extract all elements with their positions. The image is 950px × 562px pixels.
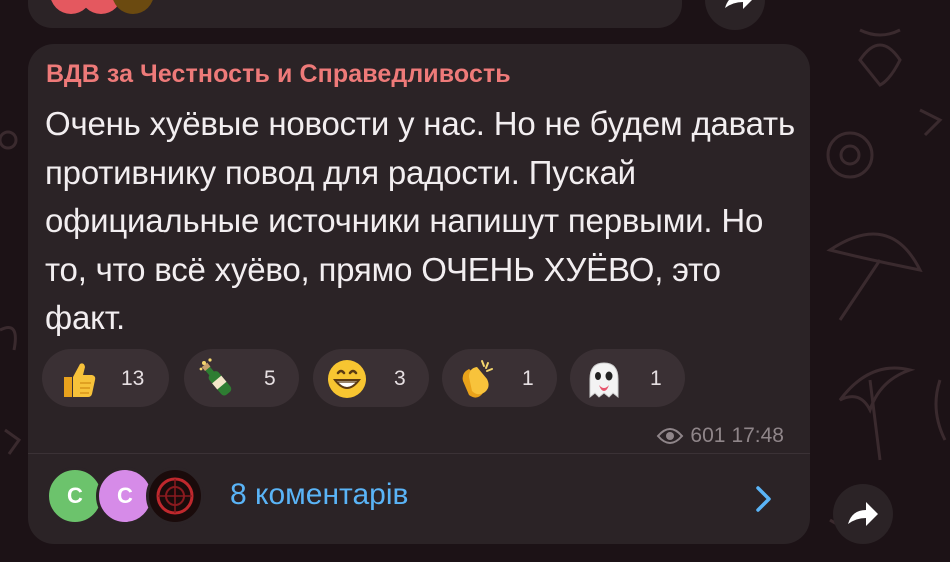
- post-time: 17:48: [731, 424, 784, 447]
- previous-comment-avatars: [50, 0, 220, 14]
- reaction-thumbs-up[interactable]: 13: [42, 349, 169, 407]
- post-meta: 601 17:48: [656, 424, 784, 448]
- champagne-icon: [199, 358, 232, 396]
- reaction-count: 1: [522, 367, 534, 390]
- avatar: [146, 467, 204, 525]
- channel-name[interactable]: ВДВ за Честность и Справедливость: [46, 60, 511, 89]
- eye-icon: [657, 428, 684, 444]
- thumbs-up-icon: [64, 363, 96, 397]
- avatar-image: [156, 477, 194, 515]
- share-arrow-icon: [848, 502, 878, 526]
- channel-post-bubble[interactable]: ВДВ за Честность и Справедливость Очень …: [28, 44, 810, 544]
- share-button[interactable]: [833, 484, 893, 544]
- reaction-clapping-hands[interactable]: 1: [442, 349, 557, 407]
- ghost-icon: [589, 362, 619, 399]
- share-button-previous[interactable]: [705, 0, 765, 30]
- comments-link[interactable]: C C 8 коментарів: [28, 454, 810, 544]
- reaction-count: 1: [650, 367, 662, 390]
- share-arrow-icon: [725, 0, 752, 9]
- chevron-right-icon: [756, 486, 771, 512]
- comments-count-label[interactable]: 8 коментарів: [230, 478, 408, 512]
- grinning-face-icon: [328, 360, 366, 398]
- reaction-count: 3: [394, 367, 406, 390]
- reaction-champagne[interactable]: 5: [184, 349, 299, 407]
- reaction-count: 5: [264, 367, 276, 390]
- avatar: [112, 0, 154, 14]
- reaction-ghost[interactable]: 1: [570, 349, 685, 407]
- view-count: 601: [690, 424, 726, 447]
- message-text: Очень хуёвые новости у нас. Но не будем …: [45, 105, 795, 336]
- reaction-grinning-face[interactable]: 3: [313, 349, 429, 407]
- clapping-hands-icon: [462, 360, 493, 398]
- reaction-count: 13: [121, 367, 145, 390]
